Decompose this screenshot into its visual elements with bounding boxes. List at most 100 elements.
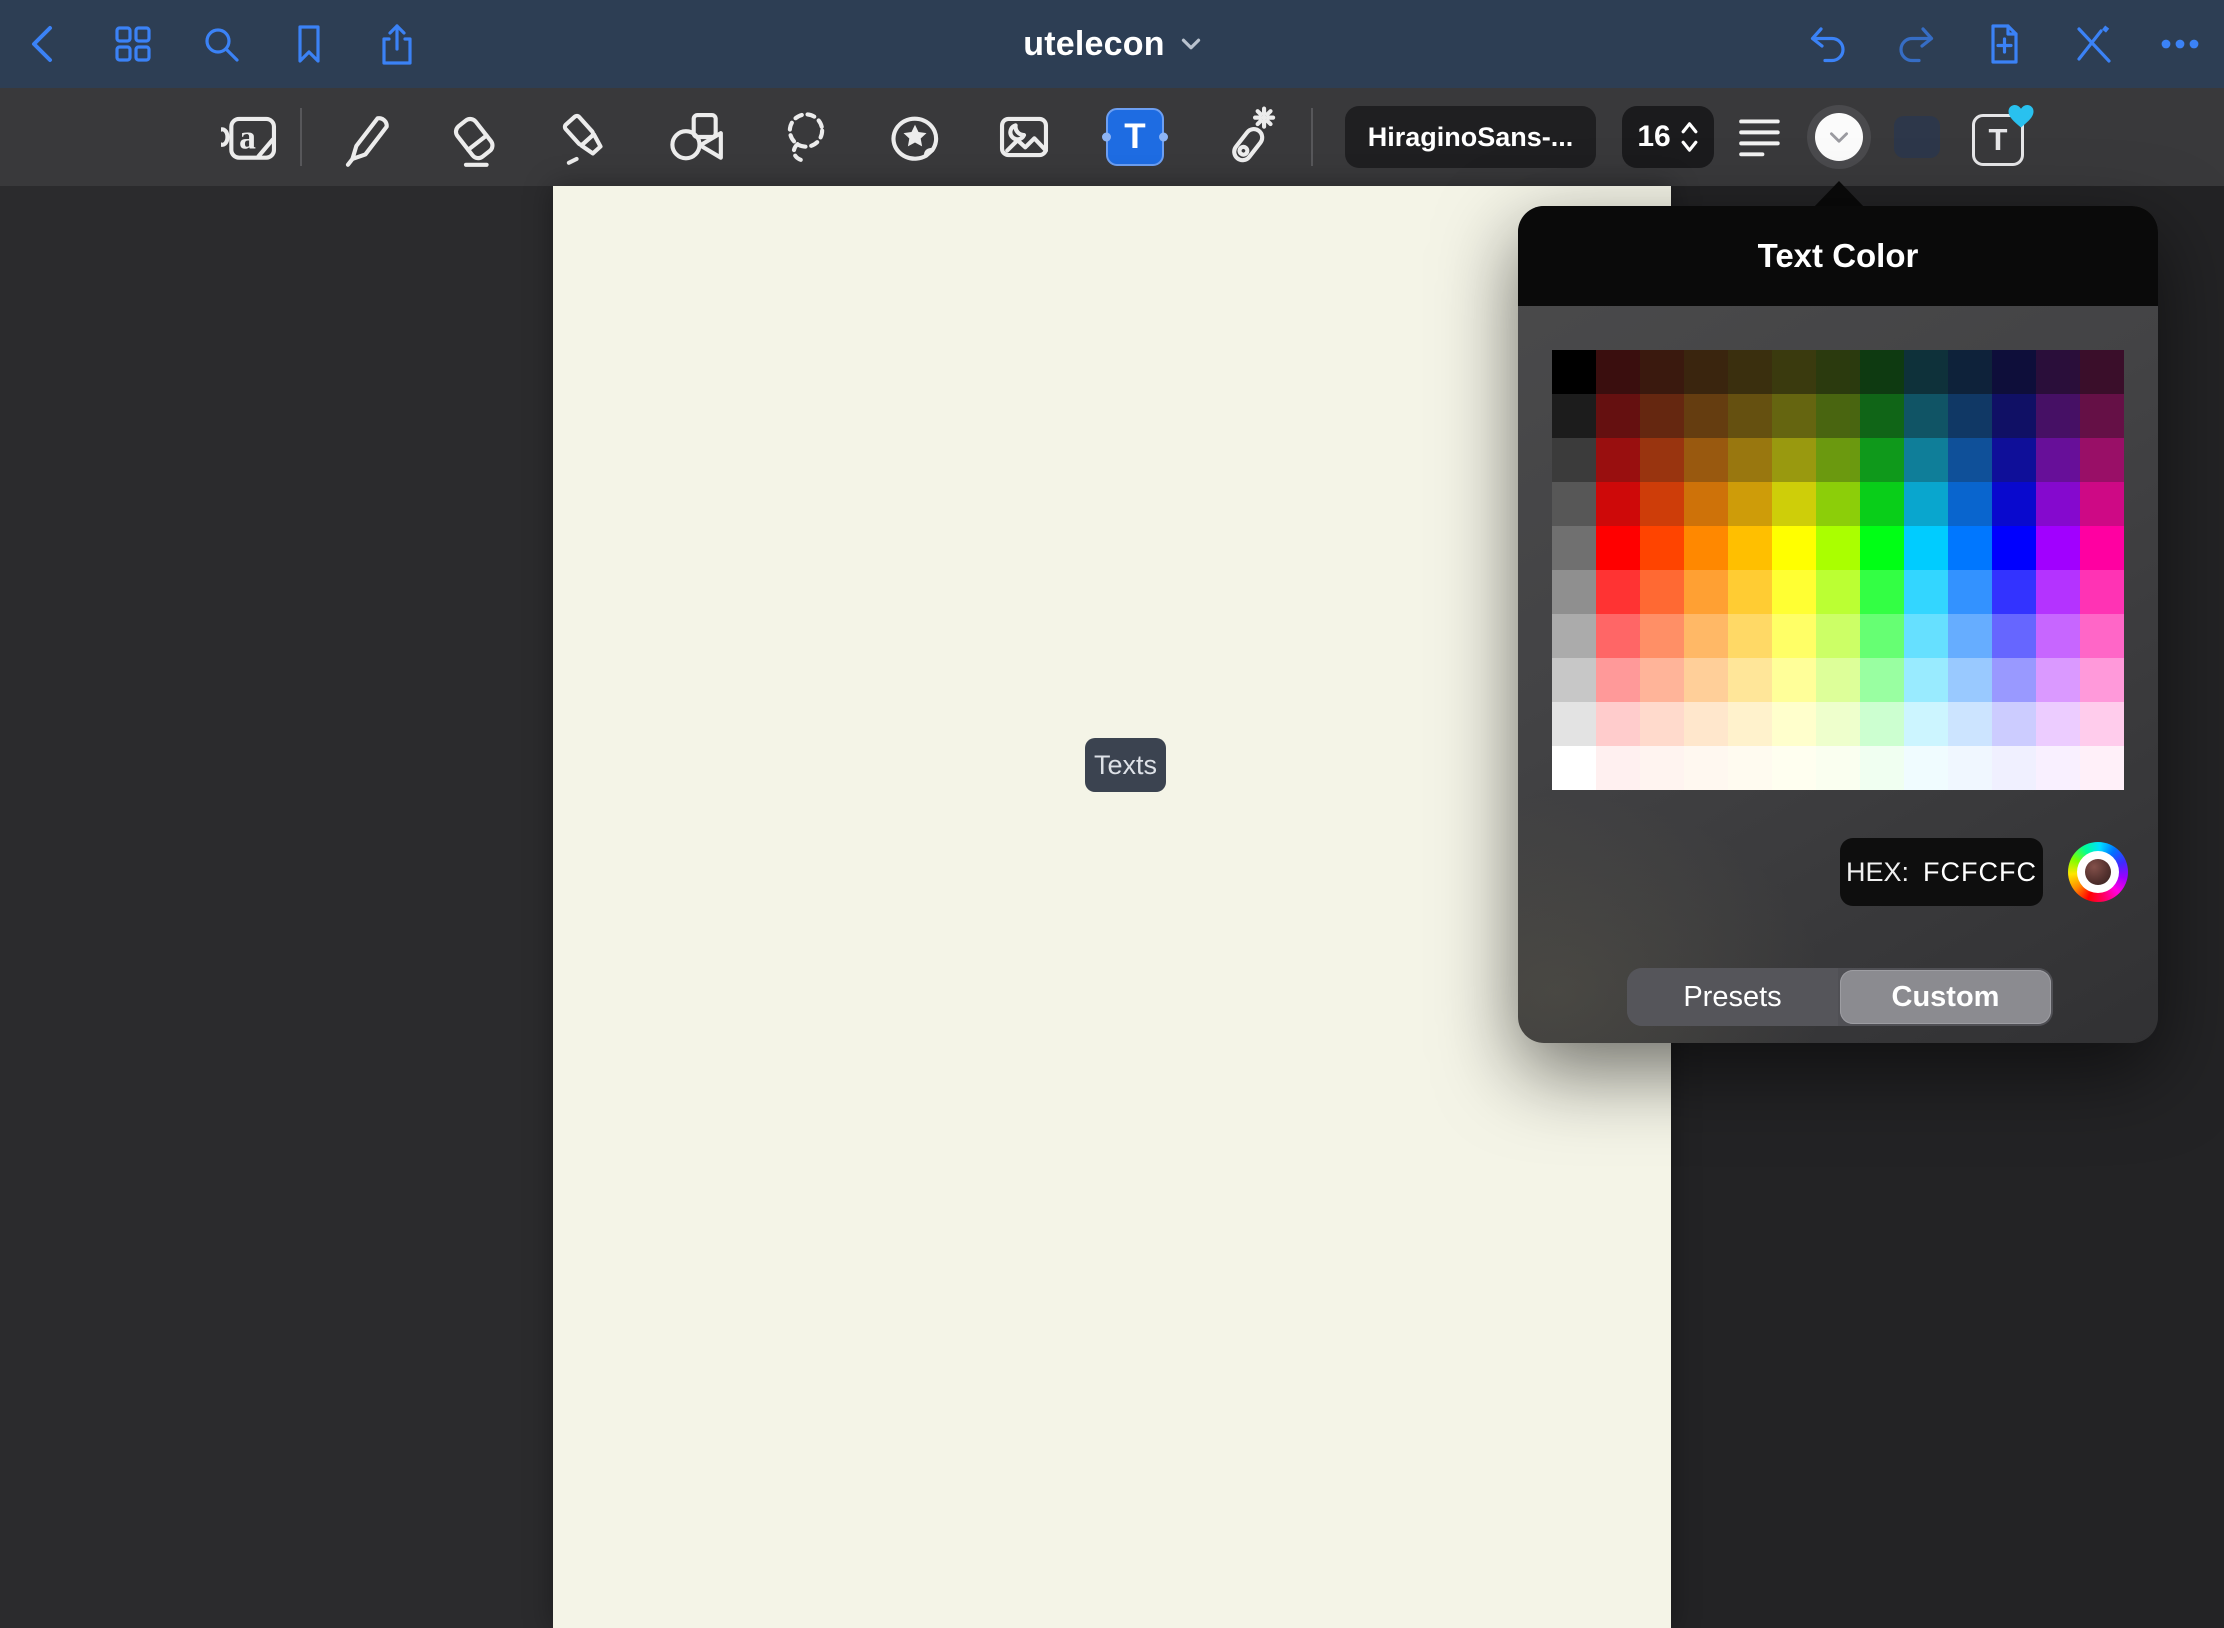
color-swatch[interactable] [2080, 746, 2124, 790]
shapes-tool[interactable] [659, 101, 731, 173]
color-swatch[interactable] [1728, 746, 1772, 790]
color-swatch[interactable] [1816, 394, 1860, 438]
color-swatch[interactable] [1860, 350, 1904, 394]
color-swatch[interactable] [1904, 394, 1948, 438]
color-swatch[interactable] [1860, 658, 1904, 702]
color-swatch[interactable] [1948, 614, 1992, 658]
color-swatch[interactable] [1640, 570, 1684, 614]
color-swatch[interactable] [1684, 570, 1728, 614]
color-swatch[interactable] [1948, 394, 1992, 438]
color-swatch[interactable] [1860, 438, 1904, 482]
color-swatch[interactable] [1596, 350, 1640, 394]
color-swatch[interactable] [1684, 526, 1728, 570]
color-swatch[interactable] [1816, 350, 1860, 394]
color-swatch[interactable] [1904, 702, 1948, 746]
undo-button[interactable] [1802, 18, 1854, 70]
color-swatch[interactable] [1552, 702, 1596, 746]
font-family-button[interactable]: HiraginoSans-... [1345, 106, 1596, 168]
text-color-button[interactable] [1807, 105, 1871, 169]
color-swatch[interactable] [1640, 394, 1684, 438]
favorite-text-style-button[interactable]: T [1964, 102, 2034, 172]
stylus-disable-button[interactable] [2066, 18, 2118, 70]
color-swatch[interactable] [1992, 482, 2036, 526]
color-swatch[interactable] [1904, 438, 1948, 482]
color-swatch[interactable] [1640, 702, 1684, 746]
color-swatch[interactable] [1552, 438, 1596, 482]
color-swatch[interactable] [1772, 526, 1816, 570]
color-swatch[interactable] [1904, 526, 1948, 570]
color-swatch[interactable] [1596, 658, 1640, 702]
color-swatch[interactable] [1816, 614, 1860, 658]
color-swatch[interactable] [2080, 438, 2124, 482]
color-swatch[interactable] [2036, 394, 2080, 438]
color-swatch[interactable] [1948, 526, 1992, 570]
color-swatch[interactable] [1948, 570, 1992, 614]
color-swatch[interactable] [1728, 614, 1772, 658]
color-swatch[interactable] [1816, 482, 1860, 526]
color-swatch[interactable] [1596, 614, 1640, 658]
color-swatch[interactable] [1552, 746, 1596, 790]
color-swatch[interactable] [1640, 438, 1684, 482]
add-page-button[interactable] [1978, 18, 2030, 70]
color-swatch[interactable] [1684, 482, 1728, 526]
color-swatch[interactable] [1860, 702, 1904, 746]
color-swatch[interactable] [1728, 658, 1772, 702]
color-swatch[interactable] [1596, 482, 1640, 526]
eraser-tool[interactable] [439, 101, 511, 173]
text-tool[interactable]: T [1099, 101, 1171, 173]
color-swatch[interactable] [1640, 526, 1684, 570]
color-swatch[interactable] [1684, 394, 1728, 438]
color-swatch[interactable] [1948, 658, 1992, 702]
color-swatch[interactable] [1904, 570, 1948, 614]
note-page[interactable]: Texts [553, 186, 1671, 1628]
color-swatch[interactable] [1728, 350, 1772, 394]
color-swatch[interactable] [1860, 394, 1904, 438]
pen-tool[interactable] [330, 101, 402, 173]
color-swatch[interactable] [1772, 350, 1816, 394]
color-swatch[interactable] [1992, 438, 2036, 482]
image-tool[interactable] [988, 101, 1060, 173]
color-swatch[interactable] [1552, 526, 1596, 570]
color-swatch[interactable] [1816, 658, 1860, 702]
tab-custom[interactable]: Custom [1840, 970, 2051, 1024]
color-swatch[interactable] [2036, 350, 2080, 394]
color-swatch[interactable] [1684, 438, 1728, 482]
color-swatch[interactable] [1728, 526, 1772, 570]
color-swatch[interactable] [1552, 570, 1596, 614]
color-swatch[interactable] [1772, 570, 1816, 614]
color-swatch[interactable] [1640, 614, 1684, 658]
color-swatch[interactable] [1552, 394, 1596, 438]
color-swatch[interactable] [1596, 746, 1640, 790]
color-swatch[interactable] [1772, 482, 1816, 526]
color-swatch[interactable] [2036, 570, 2080, 614]
color-swatch[interactable] [1904, 746, 1948, 790]
color-swatch[interactable] [1596, 394, 1640, 438]
hex-input[interactable]: HEX: FCFCFC [1840, 838, 2043, 906]
color-swatch[interactable] [1772, 702, 1816, 746]
color-swatch[interactable] [1948, 482, 1992, 526]
color-swatch[interactable] [1948, 438, 1992, 482]
font-size-stepper[interactable]: 16 [1622, 106, 1714, 168]
color-swatch[interactable] [2080, 614, 2124, 658]
color-swatch[interactable] [1728, 702, 1772, 746]
color-swatch[interactable] [1684, 702, 1728, 746]
color-swatch[interactable] [1596, 526, 1640, 570]
lasso-tool[interactable] [770, 101, 842, 173]
color-swatch[interactable] [1816, 702, 1860, 746]
color-swatch[interactable] [1684, 350, 1728, 394]
color-swatch[interactable] [1596, 438, 1640, 482]
laser-pointer-tool[interactable] [1210, 101, 1282, 173]
more-button[interactable] [2154, 18, 2206, 70]
color-swatch[interactable] [1728, 570, 1772, 614]
zoom-window-tool[interactable]: a [216, 101, 288, 173]
color-swatch[interactable] [1948, 746, 1992, 790]
color-swatch[interactable] [1684, 614, 1728, 658]
color-swatch[interactable] [1992, 614, 2036, 658]
color-swatch[interactable] [1728, 482, 1772, 526]
color-swatch[interactable] [1816, 438, 1860, 482]
color-swatch[interactable] [1552, 614, 1596, 658]
color-swatch[interactable] [1992, 702, 2036, 746]
color-swatch[interactable] [2080, 526, 2124, 570]
highlighter-tool[interactable] [549, 101, 621, 173]
text-object[interactable]: Texts [1085, 738, 1166, 792]
